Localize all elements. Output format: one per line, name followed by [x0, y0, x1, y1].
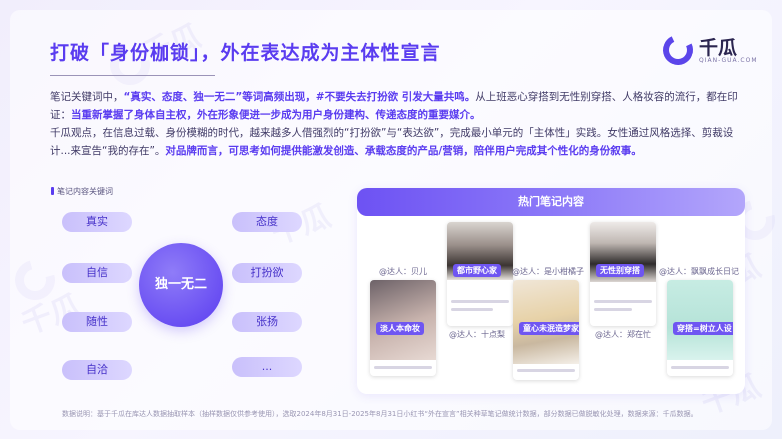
paragraph-viewpoint: 千瓜观点，在信息过载、身份模糊的时代，越来越多人借强烈的“打扮欲”与“表达欲”，…	[50, 124, 740, 160]
keyword-pill: 态度	[232, 212, 302, 232]
logo-subtext: QIAN-GUA.COM	[699, 57, 758, 64]
note-tag: 无性别穿搭	[596, 264, 644, 277]
keyword-pill: 自洽	[62, 360, 132, 380]
note-card[interactable]: 童心未泯造梦家	[513, 280, 579, 380]
note-author: @达人：是小柑橘子	[512, 267, 584, 276]
logo-icon	[658, 30, 698, 70]
note-card[interactable]: 穿搭=树立人设	[667, 280, 733, 376]
note-image	[667, 280, 733, 360]
keyword-pill: 自信	[62, 263, 132, 283]
note-author: @达人：飘飘成长日记	[659, 267, 739, 276]
note-caption	[374, 366, 432, 369]
note-caption	[451, 308, 493, 311]
title-divider	[50, 75, 215, 76]
note-tag: 童心未泯造梦家	[519, 322, 579, 335]
note-card[interactable]: 都市野心家	[447, 222, 513, 326]
highlight-segment: 对品牌而言，可思考如何提供能激发创造、承载态度的产品/营销，陪伴用户完成其个性化…	[165, 145, 642, 157]
note-author: @达人：郑在忙	[595, 330, 651, 339]
keyword-pill: 打扮欲	[232, 263, 302, 283]
brand-logo: 千瓜 QIAN-GUA.COM	[658, 30, 763, 70]
highlight-segment: “真实、态度、独一无二”等词高频出现，#不要失去打扮欲 引发大量共鸣。	[123, 91, 476, 103]
keyword-pill: 张扬	[232, 312, 302, 332]
paragraph-keywords: 笔记关键词中，“真实、态度、独一无二”等词高频出现，#不要失去打扮欲 引发大量共…	[50, 88, 740, 124]
notes-panel-header: 热门笔记内容	[357, 188, 745, 216]
note-tag: 淡人本命妆	[376, 322, 424, 335]
note-author: @达人：贝儿	[379, 267, 427, 276]
slide: 千瓜 千瓜 千瓜 千瓜 千瓜 千瓜 打破「身份枷锁」，外在表达成为主体性宣言 千…	[0, 0, 782, 439]
note-caption	[517, 369, 575, 372]
note-card[interactable]: 无性别穿搭	[590, 222, 656, 326]
text-segment: 笔记关键词中，	[50, 91, 124, 103]
data-source-footnote: 数据说明：基于千瓜在库达人数据抽取样本（抽样数据仅供参考使用），选取2024年8…	[62, 410, 698, 418]
note-tag: 都市野心家	[453, 264, 501, 277]
keyword-pill: ...	[232, 357, 302, 377]
highlight-segment: 当重新掌握了身体自主权，外在形象便进一步成为用户身份建构、传递态度的重要媒介。	[71, 109, 481, 121]
note-caption	[451, 300, 509, 303]
note-image	[370, 280, 436, 360]
note-caption	[594, 308, 632, 311]
note-caption	[671, 366, 729, 369]
note-caption	[594, 300, 652, 303]
keyword-pill: 随性	[62, 312, 132, 332]
logo-text: 千瓜	[699, 37, 738, 59]
note-card[interactable]: 淡人本命妆	[370, 280, 436, 376]
keywords-label: 笔记内容关键词	[51, 187, 113, 196]
keyword-center: 独一无二	[139, 243, 223, 327]
note-author: @达人：十点梨	[449, 330, 505, 339]
page-title: 打破「身份枷锁」，外在表达成为主体性宣言	[50, 42, 441, 64]
keyword-pill: 真实	[62, 212, 132, 232]
note-tag: 穿搭=树立人设	[673, 322, 733, 335]
